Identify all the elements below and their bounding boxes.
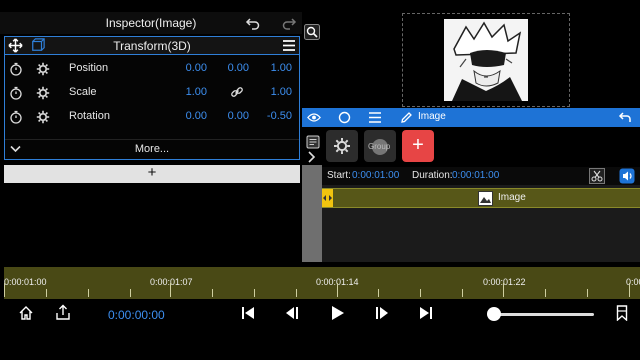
ruler-tick bbox=[462, 289, 463, 297]
add-effect-label: + bbox=[147, 164, 157, 181]
ruler-label: 0:00:01:07 bbox=[150, 277, 193, 287]
timeline-ruler[interactable]: 0:00:01:00 0:00:01:07 0:00:01:14 0:00:01… bbox=[4, 267, 640, 299]
notes-icon[interactable] bbox=[306, 135, 320, 149]
pencil-icon[interactable] bbox=[400, 111, 413, 124]
ruler-tick bbox=[545, 289, 546, 297]
export-icon[interactable] bbox=[55, 304, 71, 321]
add-effect-button[interactable]: + bbox=[4, 164, 300, 183]
stopwatch-icon[interactable] bbox=[9, 62, 23, 76]
ruler-label: 0:00:01:00 bbox=[4, 277, 47, 287]
preview-area bbox=[302, 12, 640, 108]
gear-icon[interactable] bbox=[36, 110, 50, 124]
timecode-display: 0:00:00:00 bbox=[108, 308, 165, 322]
clip-trim-handle[interactable] bbox=[322, 189, 333, 207]
layer-name: Image bbox=[418, 111, 446, 122]
clip-timing: Start: 0:00:01:00 Duration: 0:00:01:00 bbox=[322, 167, 640, 185]
clip-tools: Group + bbox=[302, 127, 640, 167]
next-frame-icon[interactable] bbox=[373, 306, 389, 320]
link-icon[interactable] bbox=[230, 85, 244, 99]
gear-icon[interactable] bbox=[36, 62, 50, 76]
ruler-tick bbox=[337, 283, 338, 297]
home-icon[interactable] bbox=[18, 305, 34, 321]
ruler-tick bbox=[378, 289, 379, 297]
redo-icon[interactable] bbox=[281, 15, 297, 31]
position-y-value[interactable]: 0.00 bbox=[209, 62, 249, 74]
group-button[interactable]: Group bbox=[364, 130, 396, 162]
transform-header: Transform(3D) bbox=[5, 37, 299, 55]
undo-icon[interactable] bbox=[245, 15, 261, 31]
rotation-label: Rotation bbox=[69, 110, 110, 122]
transport-bar: 0:00:00:00 bbox=[0, 299, 640, 360]
stopwatch-icon[interactable] bbox=[9, 86, 23, 100]
clip-label: Image bbox=[498, 192, 526, 203]
scale-z-value[interactable]: 1.00 bbox=[252, 86, 292, 98]
ruler-tick bbox=[420, 289, 421, 297]
ruler-tick bbox=[503, 283, 504, 297]
more-button[interactable]: More... bbox=[5, 139, 299, 159]
ruler-tick bbox=[296, 289, 297, 297]
gear-icon[interactable] bbox=[36, 86, 50, 100]
ruler-tick bbox=[254, 289, 255, 297]
inspector-title-bar: Inspector(Image) bbox=[0, 12, 302, 34]
preview-image[interactable] bbox=[444, 19, 528, 101]
eye-icon[interactable] bbox=[307, 111, 321, 124]
layer-toolbar: Image bbox=[302, 108, 640, 127]
position-label: Position bbox=[69, 62, 109, 74]
group-label: Group bbox=[368, 142, 391, 151]
rotation-z-value[interactable]: -0.50 bbox=[252, 110, 292, 122]
track-gutter bbox=[302, 165, 322, 262]
add-layer-label: + bbox=[412, 134, 424, 156]
play-icon[interactable] bbox=[330, 305, 345, 321]
chevron-right-icon[interactable] bbox=[307, 151, 316, 163]
ruler-tick bbox=[46, 289, 47, 297]
duration-value[interactable]: 0:00:01:00 bbox=[452, 170, 499, 181]
rotation-y-value[interactable]: 0.00 bbox=[209, 110, 249, 122]
zoom-slider-knob[interactable] bbox=[487, 307, 501, 321]
skip-to-start-icon[interactable] bbox=[241, 306, 255, 320]
audio-icon[interactable] bbox=[619, 168, 635, 184]
start-value[interactable]: 0:00:01:00 bbox=[352, 170, 399, 181]
ruler-tick bbox=[212, 289, 213, 297]
more-label: More... bbox=[134, 143, 170, 155]
duration-label: Duration: bbox=[412, 170, 453, 181]
back-icon[interactable] bbox=[618, 111, 632, 124]
inspector-panel: Inspector(Image) Transform(3D) Position … bbox=[0, 12, 302, 183]
circle-icon[interactable] bbox=[338, 111, 351, 124]
list-menu-icon[interactable] bbox=[368, 111, 382, 124]
add-layer-button[interactable]: + bbox=[402, 130, 434, 162]
rotation-row: Rotation 0.00 0.00 -0.50 bbox=[5, 105, 299, 129]
ruler-tick bbox=[587, 289, 588, 297]
start-label: Start: bbox=[327, 170, 351, 181]
hamburger-menu-icon[interactable] bbox=[282, 39, 296, 52]
position-row: Position 0.00 0.00 1.00 bbox=[5, 57, 299, 81]
ruler-tick bbox=[629, 283, 630, 297]
position-z-value[interactable]: 1.00 bbox=[252, 62, 292, 74]
ruler-tick bbox=[88, 289, 89, 297]
position-x-value[interactable]: 0.00 bbox=[167, 62, 207, 74]
previous-frame-icon[interactable] bbox=[285, 306, 301, 320]
transform-title: Transform(3D) bbox=[113, 39, 191, 53]
transform-panel: Transform(3D) Position 0.00 0.00 1.00 Sc… bbox=[4, 36, 300, 160]
ruler-tick bbox=[4, 283, 5, 297]
image-clip[interactable]: Image bbox=[322, 188, 640, 208]
zoom-slider-track[interactable] bbox=[494, 313, 594, 316]
scissors-icon[interactable] bbox=[589, 168, 605, 184]
ruler-tick bbox=[170, 283, 171, 297]
image-icon bbox=[478, 191, 493, 206]
gear-icon bbox=[333, 137, 351, 155]
scale-label: Scale bbox=[69, 86, 97, 98]
scale-x-value[interactable]: 1.00 bbox=[167, 86, 207, 98]
rotation-x-value[interactable]: 0.00 bbox=[167, 110, 207, 122]
stopwatch-icon[interactable] bbox=[9, 110, 23, 124]
scale-row: Scale 1.00 1.00 bbox=[5, 81, 299, 105]
ruler-tick bbox=[130, 289, 131, 297]
zoom-icon[interactable] bbox=[304, 24, 320, 40]
settings-button[interactable] bbox=[326, 130, 358, 162]
skip-to-end-icon[interactable] bbox=[419, 306, 433, 320]
ruler-label: 0:00:01:22 bbox=[483, 277, 526, 287]
bookmark-icon[interactable] bbox=[616, 305, 628, 321]
